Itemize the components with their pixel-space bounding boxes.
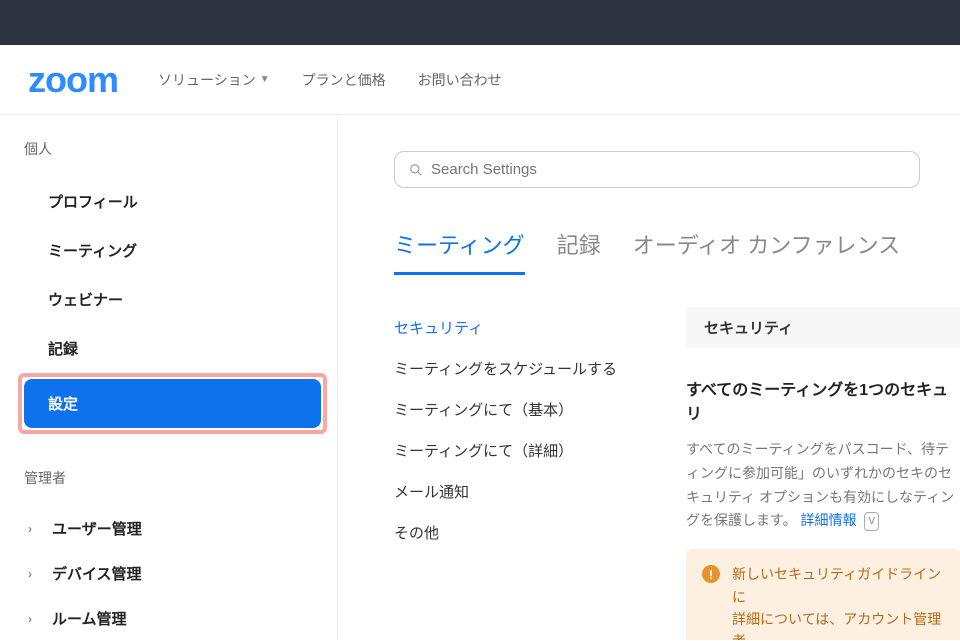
search-input[interactable] xyxy=(431,161,905,178)
subnav-security[interactable]: セキュリティ xyxy=(394,307,650,348)
nav-contact[interactable]: お問い合わせ xyxy=(418,70,502,90)
settings-row: セキュリティ ミーティングをスケジュールする ミーティングにて（基本） ミーティ… xyxy=(394,307,960,640)
logo[interactable]: zoom xyxy=(28,59,118,101)
tab-recording[interactable]: 記録 xyxy=(557,228,601,275)
sidebar-item-profile[interactable]: プロフィール xyxy=(24,177,321,226)
sidebar-item-label: デバイス管理 xyxy=(52,563,142,584)
setting-description: すべてのミーティングをパスコード、待ティングに参加可能」のいずれかのセキのセキュ… xyxy=(686,438,960,533)
subnav-other[interactable]: その他 xyxy=(394,512,650,553)
nav-solutions-label: ソリューション xyxy=(158,70,256,90)
tab-audio-conference[interactable]: オーディオ カンファレンス xyxy=(633,228,900,275)
alert-line-2: 詳細については、アカウント管理者 xyxy=(732,611,941,640)
alert-line-1: 新しいセキュリティガイドラインに xyxy=(732,566,941,604)
sidebar-item-device-mgmt[interactable]: › デバイス管理 xyxy=(24,551,321,596)
tabs: ミーティング 記録 オーディオ カンファレンス xyxy=(394,228,960,275)
settings-panel: セキュリティ すべてのミーティングを1つのセキュリ すべてのミーティングをパスコ… xyxy=(686,307,960,640)
search-icon xyxy=(409,163,423,177)
sidebar-item-meetings[interactable]: ミーティング xyxy=(24,226,321,275)
sidebar-item-settings[interactable]: 設定 xyxy=(24,379,321,428)
settings-subnav: セキュリティ ミーティングをスケジュールする ミーティングにて（基本） ミーティ… xyxy=(394,307,650,640)
warning-icon: ! xyxy=(702,565,720,583)
subnav-schedule[interactable]: ミーティングをスケジュールする xyxy=(394,348,650,389)
sidebar-item-recording[interactable]: 記録 xyxy=(24,324,321,373)
search-box[interactable] xyxy=(394,151,920,188)
sidebar: 個人 プロフィール ミーティング ウェビナー 記録 設定 管理者 › ユーザー管… xyxy=(0,115,338,640)
chevron-right-icon: › xyxy=(28,522,36,536)
security-alert: ! 新しいセキュリティガイドラインに 詳細については、アカウント管理者 xyxy=(686,549,960,640)
header: zoom ソリューション ▼ プランと価格 お問い合わせ xyxy=(0,45,960,115)
chevron-right-icon: › xyxy=(28,567,36,581)
info-badge-icon[interactable]: V xyxy=(864,512,879,531)
chevron-right-icon: › xyxy=(28,612,36,626)
sidebar-item-webinar[interactable]: ウェビナー xyxy=(24,275,321,324)
nav-solutions[interactable]: ソリューション ▼ xyxy=(158,70,270,90)
sidebar-section-personal: 個人 xyxy=(24,139,321,159)
sidebar-section-admin: 管理者 xyxy=(24,468,321,488)
subnav-in-meeting-basic[interactable]: ミーティングにて（基本） xyxy=(394,389,650,430)
sidebar-item-label: ルーム管理 xyxy=(52,608,127,629)
content: 個人 プロフィール ミーティング ウェビナー 記録 設定 管理者 › ユーザー管… xyxy=(0,115,960,640)
panel-section-header: セキュリティ xyxy=(686,307,960,348)
setting-title: すべてのミーティングを1つのセキュリ xyxy=(686,376,960,424)
subnav-in-meeting-advanced[interactable]: ミーティングにて（詳細） xyxy=(394,430,650,471)
details-link[interactable]: 詳細情報 xyxy=(801,512,857,528)
chevron-down-icon: ▼ xyxy=(260,74,270,85)
sidebar-item-label: ユーザー管理 xyxy=(52,518,142,539)
alert-text: 新しいセキュリティガイドラインに 詳細については、アカウント管理者 xyxy=(732,563,944,640)
main: ミーティング 記録 オーディオ カンファレンス セキュリティ ミーティングをスケ… xyxy=(338,115,960,640)
tab-meeting[interactable]: ミーティング xyxy=(394,228,525,275)
sidebar-item-user-mgmt[interactable]: › ユーザー管理 xyxy=(24,506,321,551)
nav-pricing[interactable]: プランと価格 xyxy=(302,70,386,90)
subnav-email[interactable]: メール通知 xyxy=(394,471,650,512)
highlight-box: 設定 xyxy=(18,373,327,434)
sidebar-item-room-mgmt[interactable]: › ルーム管理 xyxy=(24,596,321,641)
top-bar xyxy=(0,0,960,45)
